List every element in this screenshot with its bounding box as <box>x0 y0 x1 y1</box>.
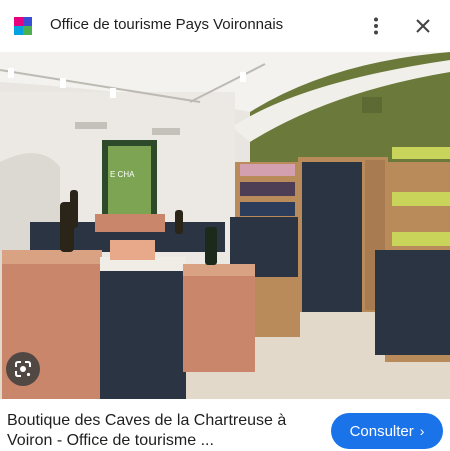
chevron-right-icon: › <box>419 423 425 439</box>
poster-text: E CHA <box>110 170 135 179</box>
more-vert-icon <box>374 17 378 35</box>
more-options-button[interactable] <box>362 12 390 40</box>
shop-photo: E CHA <box>0 52 450 399</box>
app-header: Office de tourisme Pays Voironnais <box>0 0 450 52</box>
consulter-button[interactable]: Consulter › <box>331 413 443 449</box>
close-icon <box>416 19 430 33</box>
header-title: Office de tourisme Pays Voironnais <box>50 16 284 33</box>
google-lens-icon <box>15 361 31 377</box>
result-caption[interactable]: Boutique des Caves de la Chartreuse à Vo… <box>7 411 317 451</box>
google-lens-button[interactable] <box>6 352 40 386</box>
shop-interior-image: E CHA <box>0 52 450 399</box>
office-tourisme-logo-icon <box>14 17 32 35</box>
close-button[interactable] <box>409 12 437 40</box>
consulter-label: Consulter <box>349 422 414 440</box>
